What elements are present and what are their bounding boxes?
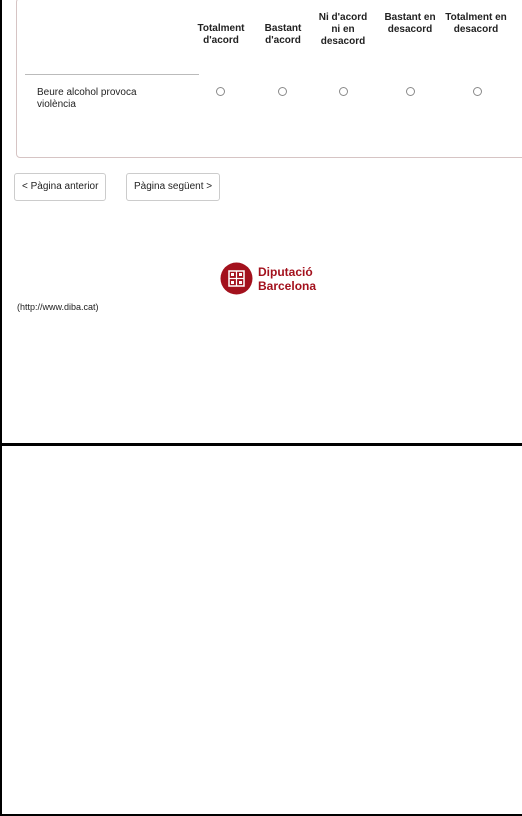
header-totalment-en-desacord: Totalment en desacord xyxy=(445,12,507,35)
previous-page-button[interactable]: < Pàgina anterior xyxy=(14,173,107,201)
radio-totalment-en-desacord[interactable] xyxy=(473,87,482,96)
radio-bastant-en-desacord[interactable] xyxy=(406,87,415,96)
header-bastant-dacord: Bastant d'acord xyxy=(264,23,302,46)
browser-viewport: Totalment d'acord Bastant d'acord Ni d'a… xyxy=(0,0,522,816)
statement-column-divider xyxy=(25,74,199,75)
radio-bastant-dacord[interactable] xyxy=(278,87,287,96)
diputacio-barcelona-logo[interactable]: Diputació Barcelona xyxy=(220,262,370,298)
logo-text: Diputació Barcelona xyxy=(258,265,316,293)
header-bastant-en-desacord: Bastant en desacord xyxy=(384,12,436,35)
diputacio-logo-mark-icon xyxy=(220,262,253,295)
diba-url-link[interactable]: (http://www.diba.cat) xyxy=(17,302,99,312)
survey-frame: Totalment d'acord Bastant d'acord Ni d'a… xyxy=(2,0,522,444)
next-page-button[interactable]: Pàgina següent > xyxy=(126,173,221,201)
logo-line-2: Barcelona xyxy=(258,279,317,293)
header-totalment-dacord: Totalment d'acord xyxy=(197,23,245,46)
logo-line-1: Diputació xyxy=(258,265,313,279)
question-panel: Totalment d'acord Bastant d'acord Ni d'a… xyxy=(16,0,522,158)
statement-label: Beure alcohol provoca violència xyxy=(37,87,137,110)
empty-lower-frame xyxy=(2,446,522,814)
radio-totalment-dacord[interactable] xyxy=(216,87,225,96)
radio-ni-dacord-ni-en-desacord[interactable] xyxy=(339,87,348,96)
header-ni-dacord-ni-en-desacord: Ni d'acord ni en desacord xyxy=(318,12,368,47)
